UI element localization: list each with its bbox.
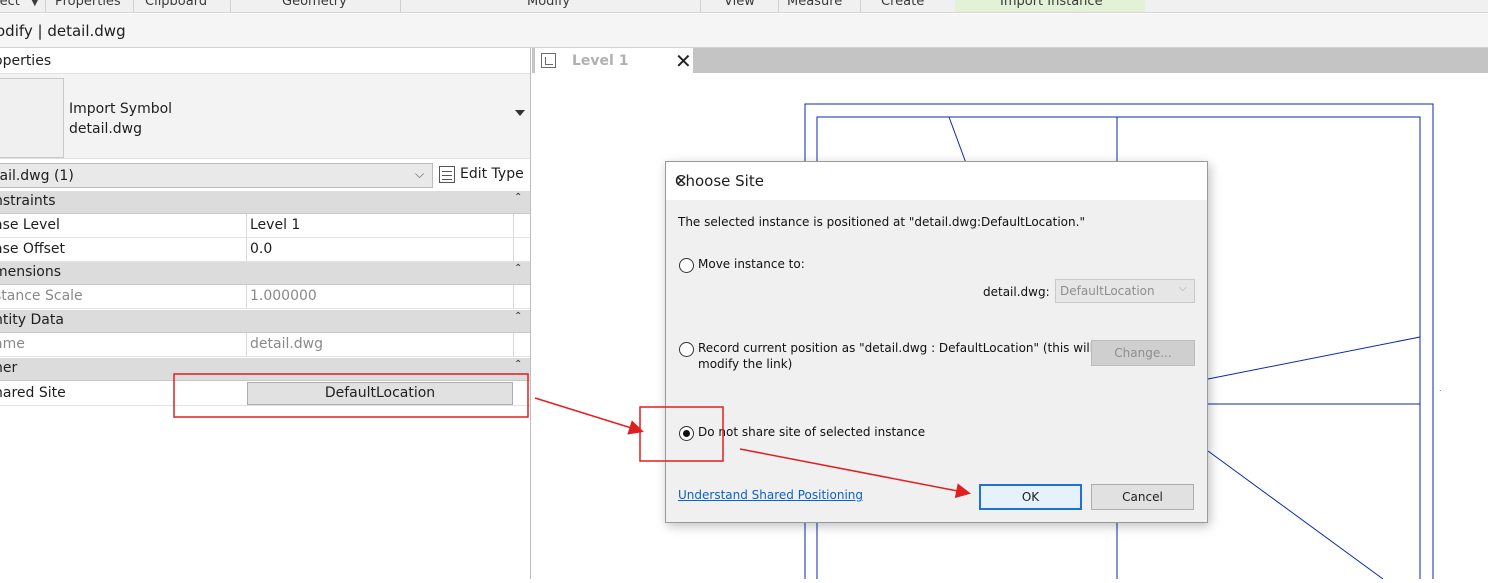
ribbon-group-view[interactable]: View: [724, 0, 755, 9]
collapse-icon[interactable]: ⌃: [514, 192, 522, 203]
section-label: ntity Data: [0, 312, 64, 328]
property-row-base-level: ase Level Level 1: [0, 214, 530, 238]
close-tab-icon[interactable]: ✕: [675, 49, 692, 73]
radio-record-position-label-line2[interactable]: modify the link): [698, 357, 792, 371]
radio-move-instance[interactable]: [679, 258, 694, 273]
diagonal-line-top: [948, 116, 967, 164]
dialog-title-bar: Choose Site ✕: [666, 162, 1207, 200]
context-label: odify | detail.dwg: [0, 22, 126, 40]
edit-type-icon: [439, 166, 455, 183]
location-select-value: DefaultLocation: [1060, 284, 1155, 298]
view-tab-label: Level 1: [572, 53, 629, 69]
ribbon-group-properties[interactable]: Properties: [55, 0, 121, 9]
ribbon-group-create[interactable]: Create: [881, 0, 924, 9]
section-identity-data[interactable]: ntity Data ⌃: [0, 310, 530, 333]
edit-type-button[interactable]: Edit Type: [436, 163, 528, 188]
chevron-down-icon: ⌵: [1179, 283, 1187, 294]
section-label: her: [0, 360, 18, 376]
property-value[interactable]: Level 1: [246, 214, 514, 237]
move-target-label: detail.dwg:: [983, 285, 1050, 299]
chevron-down-icon: ⌵: [415, 167, 425, 181]
radio-record-position-label[interactable]: Record current position as "detail.dwg :…: [698, 341, 1093, 355]
property-key: stance Scale: [0, 288, 83, 304]
property-key: ase Level: [0, 217, 60, 233]
section-constraints[interactable]: nstraints ⌃: [0, 191, 530, 214]
section-other[interactable]: her ⌃: [0, 358, 530, 381]
shared-site-button[interactable]: DefaultLocation: [247, 382, 513, 405]
properties-title: operties: [0, 53, 52, 69]
instance-filter-dropdown[interactable]: tail.dwg (1) ⌵: [0, 163, 433, 188]
properties-palette: operties Import Symbol detail.dwg tail.d…: [0, 48, 531, 579]
type-dropdown-icon[interactable]: [515, 110, 525, 116]
ribbon-group-select[interactable]: lect: [0, 0, 20, 9]
ribbon-group-modify[interactable]: Modify: [527, 0, 570, 9]
property-row-name: ame detail.dwg: [0, 333, 530, 357]
instance-filter-label: tail.dwg (1): [0, 168, 74, 184]
location-select[interactable]: DefaultLocation ⌵: [1055, 279, 1195, 303]
edit-type-label: Edit Type: [460, 166, 524, 182]
ribbon-panel-labels: lect ▼ Properties Clipboard Geometry Mod…: [0, 0, 1488, 13]
ribbon-group-import-instance[interactable]: Import Instance: [1000, 0, 1103, 9]
property-value: 1.000000: [246, 285, 514, 308]
section-label: mensions: [0, 264, 62, 280]
close-icon[interactable]: ✕: [675, 172, 688, 190]
ribbon-group-geometry[interactable]: Geometry: [282, 0, 347, 9]
radio-do-not-share[interactable]: [679, 426, 694, 441]
type-family-name: Import Symbol: [69, 101, 173, 117]
property-row-shared-site: hared Site DefaultLocation: [0, 382, 530, 406]
ribbon-group-measure[interactable]: Measure: [787, 0, 842, 9]
select-dropdown-icon[interactable]: ▼: [31, 0, 39, 8]
drawing-dot: .: [1439, 384, 1442, 393]
property-key: ase Offset: [0, 241, 65, 257]
ok-button[interactable]: OK: [979, 484, 1082, 510]
section-label: nstraints: [0, 193, 56, 209]
understand-shared-positioning-link[interactable]: Understand Shared Positioning: [678, 488, 863, 502]
dialog-info-text: The selected instance is positioned at "…: [678, 215, 1085, 229]
type-name: detail.dwg: [69, 121, 143, 137]
property-row-base-offset: ase Offset 0.0: [0, 238, 530, 262]
collapse-icon[interactable]: ⌃: [514, 263, 522, 274]
type-preview-thumbnail: [0, 78, 64, 158]
radio-move-instance-label[interactable]: Move instance to:: [698, 257, 805, 271]
change-button[interactable]: Change...: [1091, 340, 1195, 366]
diagonal-line-bottom: [1207, 450, 1384, 580]
property-row-instance-scale: stance Scale 1.000000: [0, 285, 530, 309]
diagonal-line-mid: [1207, 336, 1421, 380]
radio-do-not-share-label[interactable]: Do not share site of selected instance: [698, 425, 925, 439]
property-key: ame: [0, 336, 25, 352]
collapse-icon[interactable]: ⌃: [514, 359, 522, 370]
floor-plan-icon: [541, 53, 556, 68]
dialog-title: Choose Site: [675, 172, 764, 190]
view-tab-level-1[interactable]: Level 1 ✕: [535, 48, 693, 73]
radio-record-position[interactable]: [679, 342, 694, 357]
collapse-icon[interactable]: ⌃: [514, 311, 522, 322]
property-key: hared Site: [0, 385, 66, 401]
choose-site-dialog: Choose Site ✕ The selected instance is p…: [665, 161, 1208, 523]
view-tab-bar: Level 1 ✕: [532, 48, 1488, 73]
property-value: detail.dwg: [246, 333, 514, 356]
property-value[interactable]: 0.0: [246, 238, 514, 261]
context-bar: odify | detail.dwg: [0, 14, 1488, 48]
type-selector[interactable]: Import Symbol detail.dwg: [0, 73, 530, 159]
cancel-button[interactable]: Cancel: [1091, 484, 1194, 510]
section-dimensions[interactable]: mensions ⌃: [0, 262, 530, 285]
ribbon-group-clipboard[interactable]: Clipboard: [145, 0, 207, 9]
